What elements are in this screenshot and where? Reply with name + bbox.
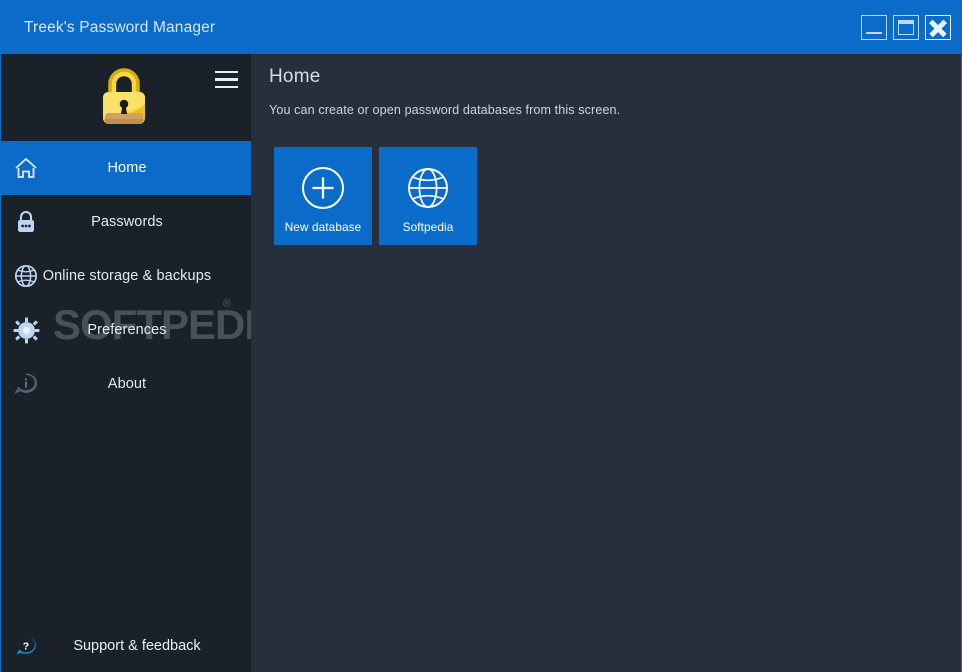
globe-icon — [379, 164, 477, 212]
sidebar-item-about[interactable]: About — [1, 357, 251, 411]
tile-softpedia[interactable]: Softpedia — [379, 147, 477, 245]
sidebar-item-home[interactable]: Home — [1, 141, 251, 195]
sidebar-item-label: About — [107, 376, 147, 392]
maximize-button[interactable] — [893, 15, 919, 40]
sidebar-item-label: Passwords — [91, 214, 163, 230]
sidebar-item-support-feedback[interactable]: ? Support & feedback — [1, 620, 251, 672]
tile-grid: New database Softpedia — [274, 147, 477, 245]
padlock-logo — [103, 68, 145, 124]
close-button[interactable] — [925, 15, 951, 40]
main-content: Home You can create or open password dat… — [251, 54, 961, 672]
page-title: Home — [269, 66, 321, 87]
softpedia-watermark-registered: ® — [223, 298, 232, 310]
minimize-button[interactable] — [861, 15, 887, 40]
sidebar-item-label: Preferences — [87, 322, 167, 338]
sidebar-item-online-storage-backups[interactable]: Online storage & backups — [1, 249, 251, 303]
support-feedback-label: Support & feedback — [73, 638, 201, 654]
svg-text:?: ? — [23, 640, 29, 652]
sidebar-item-passwords[interactable]: Passwords — [1, 195, 251, 249]
sidebar-item-label: Home — [107, 160, 147, 176]
tile-new-database[interactable]: New database — [274, 147, 372, 245]
application-window: Treek's Password Manager Home Passwords … — [0, 0, 962, 672]
sidebar-header — [1, 54, 251, 141]
hamburger-menu-icon[interactable] — [215, 71, 238, 88]
sidebar-item-preferences[interactable]: Preferences — [1, 303, 251, 357]
tile-label: Softpedia — [402, 220, 454, 234]
question-bubble-icon: ? — [15, 635, 37, 657]
window-controls — [861, 15, 951, 40]
plus-circle-icon — [274, 164, 372, 212]
window-title: Treek's Password Manager — [24, 19, 216, 36]
sidebar: Home Passwords Online storage & backups … — [1, 54, 251, 672]
tile-label: New database — [284, 220, 362, 234]
title-bar: Treek's Password Manager — [1, 1, 961, 54]
page-subtitle: You can create or open password database… — [269, 103, 621, 117]
sidebar-item-label: Online storage & backups — [42, 268, 212, 284]
